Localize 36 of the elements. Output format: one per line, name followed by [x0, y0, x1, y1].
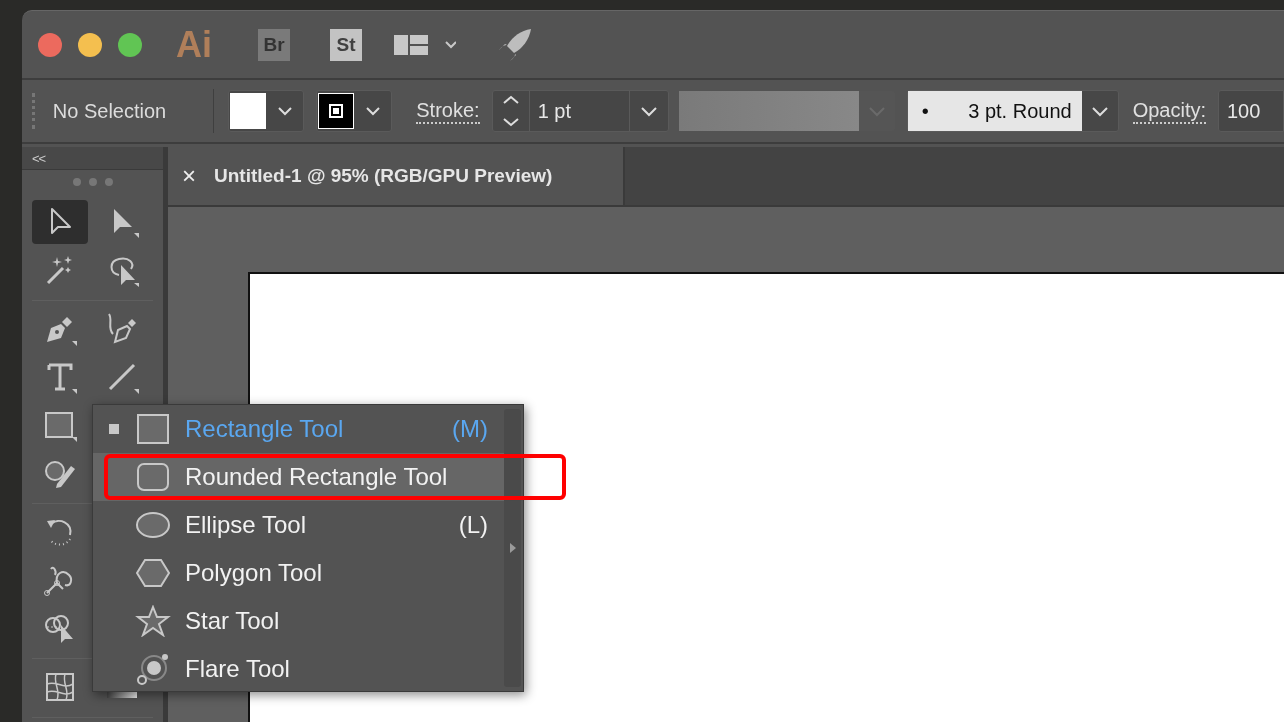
polygon-icon: [135, 557, 171, 589]
selection-status: No Selection: [52, 99, 168, 123]
current-tool-marker-icon: [109, 424, 119, 434]
collapse-panel-button[interactable]: <<: [32, 150, 46, 166]
opacity-label[interactable]: Opacity:: [1132, 98, 1206, 124]
app-switch-button[interactable]: St: [330, 28, 362, 61]
document-tab[interactable]: × Untitled-1 @ 95% (RGB/GPU Preview): [168, 147, 625, 205]
mesh-icon: [43, 670, 77, 704]
close-tab-button[interactable]: ×: [182, 162, 196, 190]
flare-icon: [135, 653, 171, 685]
panel-grip[interactable]: [72, 178, 113, 186]
star-icon: [135, 605, 171, 637]
flyout-menu-item[interactable]: Ellipse Tool (L): [93, 501, 504, 549]
workspace-layout-icon[interactable]: [394, 32, 456, 57]
stroke-swatch-control[interactable]: [316, 90, 393, 132]
caret-icon[interactable]: [277, 106, 294, 116]
close-window-button[interactable]: [38, 32, 62, 57]
minimize-window-button[interactable]: [78, 32, 102, 57]
stroke-label[interactable]: Stroke:: [416, 98, 480, 124]
flyout-menu-item[interactable]: Polygon Tool: [93, 549, 504, 597]
stroke-weight-field[interactable]: 1 pt: [491, 90, 669, 132]
expand-arrow-icon[interactable]: [508, 542, 517, 554]
app-logo: Ai: [176, 23, 213, 66]
zoom-window-button[interactable]: [118, 32, 142, 57]
flyout-menu-item[interactable]: Flare Tool: [93, 645, 504, 693]
rounded-rectangle-icon: [135, 461, 171, 493]
rectangle-icon: [135, 413, 171, 445]
opacity-field[interactable]: 100: [1218, 90, 1284, 132]
flyout-menu-item[interactable]: Star Tool: [93, 597, 504, 645]
selection-tool-button[interactable]: [32, 200, 88, 244]
caret-icon[interactable]: [365, 106, 382, 116]
fill-swatch-control[interactable]: [228, 90, 305, 132]
brush-definition-dropdown[interactable]: • 3 pt. Round: [906, 90, 1119, 132]
curvature-icon: [105, 312, 139, 346]
panel-grip[interactable]: [32, 93, 38, 129]
ellipse-icon: [135, 509, 171, 541]
